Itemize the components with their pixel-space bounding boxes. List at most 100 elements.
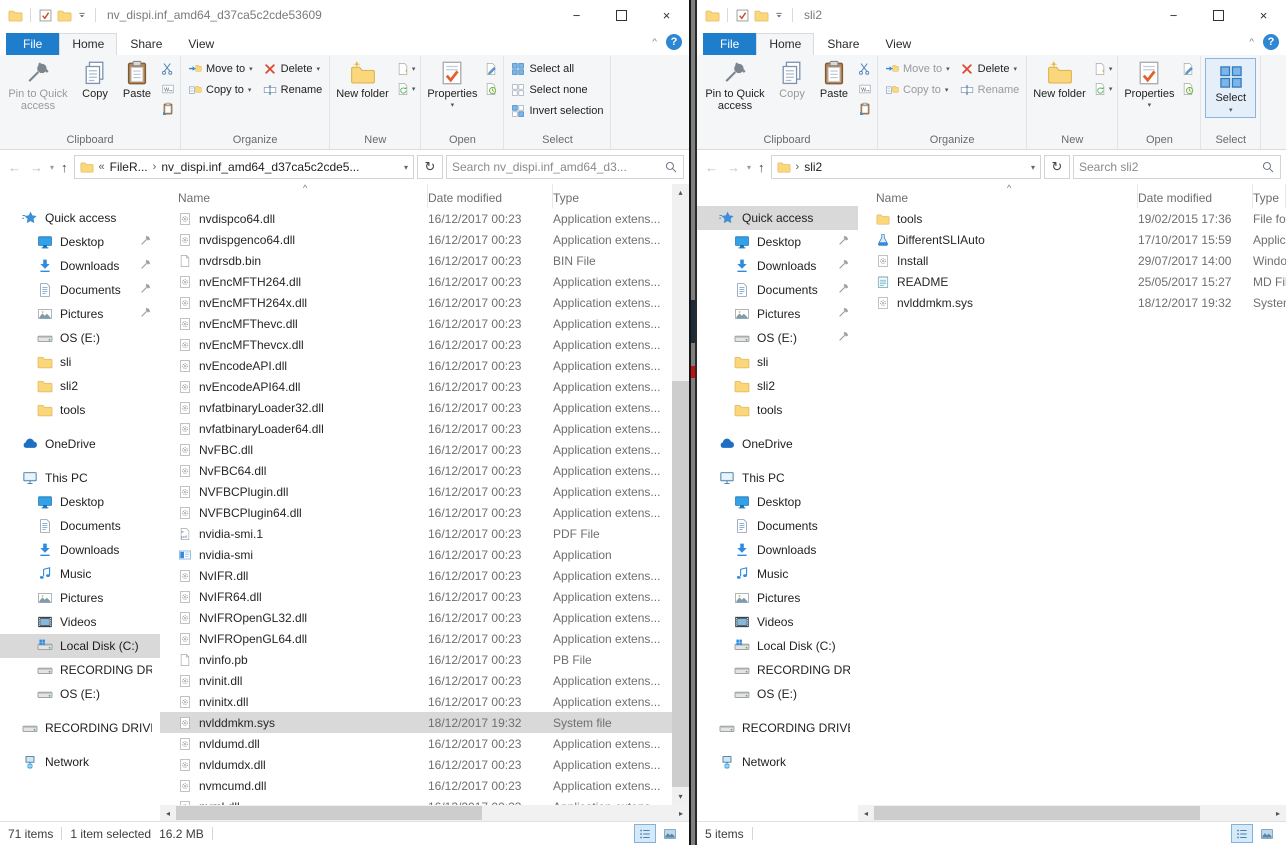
rename-button[interactable]: Rename (259, 80, 327, 100)
new-folder-button[interactable]: New folder (1029, 57, 1090, 100)
sidebar-item-downloads[interactable]: Downloads (697, 254, 858, 278)
scroll-left-icon[interactable]: ◂ (858, 805, 874, 821)
back-button[interactable]: ← (702, 160, 721, 175)
file-row-nvinit-dll[interactable]: nvinit.dll16/12/2017 00:23Application ex… (160, 670, 689, 691)
sidebar-item-onedrive[interactable]: OneDrive (697, 432, 858, 456)
vertical-scroll-thumb[interactable] (672, 381, 689, 787)
address-box[interactable]: ›sli2▾ (771, 155, 1041, 179)
paste-shortcut-button[interactable] (856, 99, 874, 118)
file-row-nvfbcplugin-dll[interactable]: NVFBCPlugin.dll16/12/2017 00:23Applicati… (160, 481, 689, 502)
file-row-nvinfo-pb[interactable]: nvinfo.pb16/12/2017 00:23PB File (160, 649, 689, 670)
scroll-up-icon[interactable]: ▴ (672, 184, 689, 201)
pin-to-quick-access-button[interactable]: Pin to Quick access (2, 57, 74, 113)
file-row-nvfbc64-dll[interactable]: NvFBC64.dll16/12/2017 00:23Application e… (160, 460, 689, 481)
delete-button[interactable]: Delete▾ (956, 59, 1024, 79)
thumbnail-view-button[interactable] (1256, 824, 1278, 843)
tab-file[interactable]: File (703, 33, 756, 55)
sidebar-item-videos[interactable]: Videos (697, 610, 858, 634)
new-folder-button[interactable]: New folder (332, 57, 393, 100)
sidebar-item-downloads[interactable]: Downloads (0, 538, 160, 562)
file-row-nvencmfth264x-dll[interactable]: nvEncMFTH264x.dll16/12/2017 00:23Applica… (160, 292, 689, 313)
copy-to-button[interactable]: Copy to▾ (184, 80, 257, 100)
file-row-nvmcumd-dll[interactable]: nvmcumd.dll16/12/2017 00:23Application e… (160, 775, 689, 796)
file-row-install[interactable]: Install29/07/2017 14:00Windows Batch Fil… (858, 250, 1286, 271)
tab-share[interactable]: Share (117, 33, 175, 55)
recent-locations-icon[interactable]: ▾ (746, 163, 752, 172)
file-row-nvencmfth264-dll[interactable]: nvEncMFTH264.dll16/12/2017 00:23Applicat… (160, 271, 689, 292)
breadcrumb-segment[interactable]: nv_dispi.inf_amd64_d37ca5c2cde5... (161, 160, 359, 174)
column-header-date-modified[interactable]: Date modified (1138, 184, 1253, 208)
file-row-nvfatbinaryloader64-dll[interactable]: nvfatbinaryLoader64.dll16/12/2017 00:23A… (160, 418, 689, 439)
sidebar-item-downloads[interactable]: Downloads (697, 538, 858, 562)
properties-button[interactable]: Properties▾ (423, 57, 481, 110)
copy-to-button[interactable]: Copy to▾ (881, 80, 954, 100)
horizontal-scrollbar[interactable]: ◂▸ (160, 805, 689, 821)
sidebar-item-os-e-[interactable]: OS (E:) (697, 326, 858, 350)
horizontal-scroll-thumb[interactable] (874, 806, 1200, 820)
edit-button[interactable] (1179, 59, 1197, 78)
address-box[interactable]: «FileR...›nv_dispi.inf_amd64_d37ca5c2cde… (74, 155, 414, 179)
sidebar-item-recording-drive-d[interactable]: RECORDING DRIVE (D (0, 716, 160, 740)
minimize-button[interactable]: − (1151, 0, 1196, 30)
file-row-nvifr-dll[interactable]: NvIFR.dll16/12/2017 00:23Application ext… (160, 565, 689, 586)
sidebar-item-pictures[interactable]: Pictures (0, 586, 160, 610)
maximize-button[interactable] (1196, 0, 1241, 30)
file-row-nvfbcplugin64-dll[interactable]: NVFBCPlugin64.dll16/12/2017 00:23Applica… (160, 502, 689, 523)
recent-locations-icon[interactable]: ▾ (49, 163, 55, 172)
file-row-nvdrsdb-bin[interactable]: nvdrsdb.bin16/12/2017 00:23BIN File (160, 250, 689, 271)
scroll-left-icon[interactable]: ◂ (160, 805, 176, 821)
scroll-right-icon[interactable]: ▸ (1270, 805, 1286, 821)
file-row-nvencmfthevcx-dll[interactable]: nvEncMFThevcx.dll16/12/2017 00:23Applica… (160, 334, 689, 355)
refresh-button[interactable]: ↻ (1044, 155, 1070, 179)
tab-share[interactable]: Share (814, 33, 872, 55)
sidebar-item-music[interactable]: Music (0, 562, 160, 586)
select-all-button[interactable]: Select all (507, 59, 607, 79)
minimize-button[interactable]: − (554, 0, 599, 30)
horizontal-scroll-thumb[interactable] (176, 806, 482, 820)
collapse-ribbon-icon[interactable]: ^ (652, 38, 657, 47)
copy-path-button[interactable]: W (159, 79, 177, 98)
file-row-nvinitx-dll[interactable]: nvinitx.dll16/12/2017 00:23Application e… (160, 691, 689, 712)
sidebar-item-pictures[interactable]: Pictures (697, 302, 858, 326)
file-row-nvml-dll[interactable]: nvml.dll16/12/2017 00:23Application exte… (160, 796, 689, 805)
delete-button[interactable]: Delete▾ (259, 59, 327, 79)
help-icon[interactable]: ? (666, 34, 682, 50)
sidebar-item-onedrive[interactable]: OneDrive (0, 432, 160, 456)
collapse-ribbon-icon[interactable]: ^ (1249, 38, 1254, 47)
sidebar-item-desktop[interactable]: Desktop (697, 490, 858, 514)
sidebar-item-sli[interactable]: sli (697, 350, 858, 374)
forward-button[interactable]: → (27, 160, 46, 175)
file-row-nvidia-smi-1[interactable]: epdfnvidia-smi.116/12/2017 00:23PDF File (160, 523, 689, 544)
sidebar-item-desktop[interactable]: Desktop (0, 230, 160, 254)
sidebar-item-tools[interactable]: tools (0, 398, 160, 422)
column-header-date-modified[interactable]: Date modified (428, 184, 553, 208)
easy-access-button[interactable]: ▾ (1091, 79, 1115, 98)
properties-button[interactable]: Properties▾ (1120, 57, 1178, 110)
copy-path-button[interactable]: W (856, 79, 874, 98)
sidebar-item-quick-access[interactable]: Quick access (0, 206, 160, 230)
sidebar-item-sli2[interactable]: sli2 (697, 374, 858, 398)
edit-button[interactable] (482, 59, 500, 78)
select-none-button[interactable]: Select none (507, 80, 607, 100)
sidebar-item-documents[interactable]: Documents (0, 278, 160, 302)
tab-view[interactable]: View (175, 33, 227, 55)
sidebar-item-desktop[interactable]: Desktop (0, 490, 160, 514)
easy-access-button[interactable]: ▾ (394, 79, 418, 98)
file-row-nvdispgenco64-dll[interactable]: nvdispgenco64.dll16/12/2017 00:23Applica… (160, 229, 689, 250)
close-button[interactable]: × (1241, 0, 1286, 30)
new-item-button[interactable]: ▾ (1091, 59, 1115, 78)
sidebar-item-os-e-[interactable]: OS (E:) (0, 682, 160, 706)
sidebar-item-recording-drive-d[interactable]: RECORDING DRIVE (D (697, 716, 858, 740)
file-row-nvencodeapi64-dll[interactable]: nvEncodeAPI64.dll16/12/2017 00:23Applica… (160, 376, 689, 397)
breadcrumb-segment[interactable]: FileR... (110, 160, 148, 174)
details-view-button[interactable] (1231, 824, 1253, 843)
copy-button[interactable]: Copy (74, 57, 116, 100)
tab-home[interactable]: Home (59, 33, 117, 55)
copy-button[interactable]: Copy (771, 57, 813, 100)
paste-button[interactable]: Paste (813, 57, 855, 100)
sidebar-item-documents[interactable]: Documents (697, 278, 858, 302)
paste-shortcut-button[interactable] (159, 99, 177, 118)
up-button[interactable]: ↑ (755, 160, 768, 175)
close-button[interactable]: × (644, 0, 689, 30)
file-row-tools[interactable]: tools19/02/2015 17:36File folder (858, 208, 1286, 229)
